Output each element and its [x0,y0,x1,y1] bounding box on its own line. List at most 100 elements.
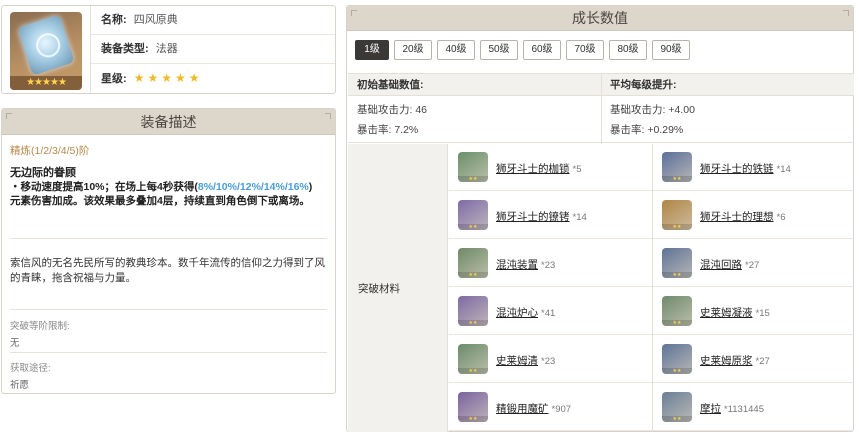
slime-concentrate-icon[interactable]: ★★ [662,344,692,374]
fetters-icon[interactable]: ★★ [458,152,488,182]
material-name: 精锻用魔矿 [496,403,549,415]
material-count: *907 [551,404,572,415]
weapon-info-card: ★★★★★ 名称: 四风原典 装备类型: 法器 星级: ★★★★★ [1,5,336,94]
avg-growth-header: 平均每级提升: [610,79,677,91]
material-rarity-stars: ★★ [662,272,692,278]
material-name: 史莱姆凝液 [700,307,753,319]
weapon-rarity-label: 星级: [101,73,127,85]
material-link[interactable]: 史莱姆清 *23 [496,353,555,368]
level-button[interactable]: 70级 [566,40,604,60]
weapon-type-row: 装备类型: 法器 [91,35,335,64]
material-link[interactable]: 史莱姆原浆 *27 [700,353,770,368]
level-button[interactable]: 80级 [609,40,647,60]
material-rarity-stars: ★★ [458,416,488,422]
materials-label-cell: 突破材料 [348,144,448,432]
material-name: 摩拉 [700,403,721,415]
source-value: 祈愿 [10,380,30,391]
shackles-icon[interactable]: ★★ [458,200,488,230]
level-button[interactable]: 40级 [437,40,475,60]
source-label: 获取途径: [10,363,51,374]
chaos-circuit-icon[interactable]: ★★ [662,248,692,278]
chaos-device-icon[interactable]: ★★ [458,248,488,278]
catalyst-book-icon [17,14,75,76]
weapon-lore: 索信风的无名先民所写的教典珍本。数千年流传的信仰之力得到了风的青睐，拖含祝福与力… [10,257,325,284]
passive-line1-pre: ・移动速度提高10%；在场上每4秒获得( [10,181,198,193]
material-item: ★★ 狮牙斗士的理想 *6 [653,192,854,239]
material-link[interactable]: 狮牙斗士的枷锁 *5 [496,161,581,176]
material-count: *14 [572,212,587,223]
material-name: 混沌炉心 [496,307,538,319]
material-name: 混沌装置 [496,259,538,271]
material-name: 混沌回路 [700,259,742,271]
material-link[interactable]: 史莱姆凝液 *15 [700,305,770,320]
weapon-image-stars: ★★★★★ [10,76,82,90]
material-link[interactable]: 混沌装置 *23 [496,257,555,272]
material-item: ★★ 史莱姆清 *23 [449,336,652,383]
material-item: ★★ 混沌炉心 *41 [449,288,652,335]
level-button[interactable]: 20级 [394,40,432,60]
material-link[interactable]: 狮牙斗士的铁链 *14 [700,161,791,176]
weapon-info-list: 名称: 四风原典 装备类型: 法器 星级: ★★★★★ [90,6,335,93]
material-rarity-stars: ★★ [458,176,488,182]
material-link[interactable]: 摩拉 *1131445 [700,401,764,416]
mystic-ore-icon[interactable]: ★★ [458,392,488,422]
material-count: *15 [755,308,770,319]
weapon-image: ★★★★★ [10,12,82,90]
dream-icon[interactable]: ★★ [662,200,692,230]
level-button[interactable]: 90级 [652,40,690,60]
passive-line1-post: ) [308,181,313,193]
material-rarity-stars: ★★ [662,416,692,422]
material-count: *5 [572,164,582,175]
slime-secretions-icon[interactable]: ★★ [458,344,488,374]
weapon-name-label: 名称: [101,14,127,26]
slime-condensate-icon[interactable]: ★★ [662,296,692,326]
material-name: 史莱姆清 [496,355,538,367]
mora-icon[interactable]: ★★ [662,392,692,422]
material-rarity-stars: ★★ [458,272,488,278]
level-button[interactable]: 50级 [480,40,518,60]
material-count: *27 [755,356,770,367]
material-rarity-stars: ★★ [458,368,488,374]
level-button[interactable]: 60级 [523,40,561,60]
chaos-core-icon[interactable]: ★★ [458,296,488,326]
materials-label: 突破材料 [358,283,400,295]
avg-crit: 暴击率: +0.29% [610,124,684,136]
weapon-rarity-row: 星级: ★★★★★ [91,64,335,93]
base-stats-header: 初始基础数值: [357,79,424,91]
passive-values: 8%/10%/12%/14%/16% [197,181,309,193]
base-crit: 暴击率: 7.2% [357,124,419,136]
material-name: 史莱姆原浆 [700,355,753,367]
material-name: 狮牙斗士的理想 [700,211,774,223]
divider [10,352,327,353]
weapon-type-label: 装备类型: [101,43,149,55]
material-count: *23 [541,260,556,271]
divider [10,238,327,239]
weapon-rarity-stars: ★★★★★ [133,71,203,85]
material-name: 狮牙斗士的枷锁 [496,163,570,175]
material-count: *14 [776,164,791,175]
material-item: ★★ 史莱姆原浆 *27 [653,336,854,383]
description-panel: 装备描述 精炼(1/2/3/4/5)阶 无边际的眷顾 ・移动速度提高10%；在场… [1,108,336,394]
material-item: ★★ 狮牙斗士的镣铐 *14 [449,192,652,239]
base-stats-cell: 基础攻击力: 46 暴击率: 7.2% [357,100,427,145]
material-count: *6 [776,212,786,223]
material-name: 狮牙斗士的铁链 [700,163,774,175]
level-button[interactable]: 1级 [355,40,389,60]
level-selector: 1级 20级 40级 50级 60级 70级 80级 90级 [355,40,690,62]
divider [10,309,327,310]
material-link[interactable]: 精锻用魔矿 *907 [496,401,571,416]
material-item: ★★ 史莱姆凝液 *15 [653,288,854,335]
material-link[interactable]: 狮牙斗士的理想 *6 [700,209,785,224]
material-link[interactable]: 混沌回路 *27 [700,257,759,272]
material-rarity-stars: ★★ [662,224,692,230]
material-count: *27 [745,260,760,271]
material-rarity-stars: ★★ [662,320,692,326]
iron-chain-icon[interactable]: ★★ [662,152,692,182]
material-item: ★★ 摩拉 *1131445 [653,384,854,431]
material-item: ★★ 混沌回路 *27 [653,240,854,287]
material-link[interactable]: 狮牙斗士的镣铐 *14 [496,209,587,224]
avg-atk: 基础攻击力: +4.00 [610,104,695,116]
material-link[interactable]: 混沌炉心 *41 [496,305,555,320]
material-item: ★★ 混沌装置 *23 [449,240,652,287]
growth-title: 成长数值 [347,6,853,31]
